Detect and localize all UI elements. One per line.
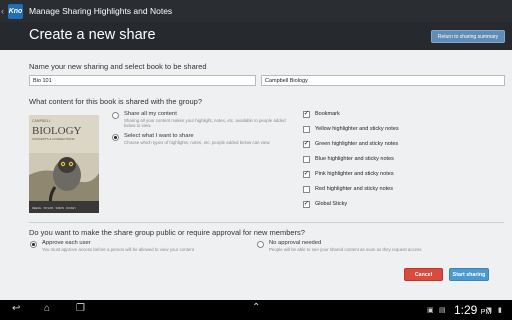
approve-each-radio[interactable] (30, 241, 37, 248)
cover-title: BIOLOGY (32, 125, 82, 137)
page-header: Create a new share Return to sharing sum… (0, 22, 512, 50)
cover-subtitle: CONCEPTS & CONNECTIONS (32, 137, 75, 141)
approve-each-desc: You must approve access before a person … (42, 247, 194, 252)
checklist-item-red[interactable]: Red highlighter and sticky notes (303, 184, 393, 194)
checklist-item-green[interactable]: ✓ Green highlighter and sticky notes (303, 139, 398, 149)
share-all-radio[interactable] (112, 112, 119, 119)
checklist-label: Global Sticky (315, 201, 348, 207)
cover-brand: CAMPBELL (32, 119, 51, 123)
checklist-item-pink[interactable]: ✓ Pink highlighter and sticky notes (303, 169, 394, 179)
checklist-label: Yellow highlighter and sticky notes (315, 126, 399, 132)
approve-each-title: Approve each user (42, 240, 91, 246)
select-share-desc: Choose which types of highlights, notes,… (124, 140, 271, 145)
checklist-item-bookmark[interactable]: ✓ Bookmark (303, 109, 340, 119)
checkbox[interactable]: ✓ (303, 140, 310, 148)
main-content: Name your new sharing and select book to… (0, 50, 512, 300)
no-approval-desc: People will be able to see your shared c… (269, 247, 422, 252)
lemur-cover-art: CAMPBELL BIOLOGY CONCEPTS & CONNECTIONS … (29, 115, 99, 213)
checklist-label: Red highlighter and sticky notes (315, 186, 393, 192)
share-all-option[interactable]: Share all my content Sharing all your co… (112, 111, 292, 128)
checkbox[interactable]: ✓ (303, 200, 310, 208)
page-title: Create a new share (29, 27, 156, 43)
checklist-label: Pink highlighter and sticky notes (315, 171, 394, 177)
name-section-label: Name your new sharing and select book to… (29, 62, 207, 71)
share-name-input[interactable]: Bio 101 (29, 75, 256, 86)
start-sharing-button[interactable]: Start sharing (449, 268, 489, 281)
checkbox[interactable]: ✓ (303, 170, 310, 178)
no-approval-radio[interactable] (257, 241, 264, 248)
cover-authors: REECE · TAYLOR · SIMON · DICKEY (32, 206, 76, 210)
checkbox[interactable] (303, 185, 310, 193)
book-select[interactable]: Campbell Biology (261, 75, 505, 86)
select-share-radio[interactable] (112, 134, 119, 141)
home-icon[interactable]: ⌂ (44, 303, 50, 314)
actionbar-title: Manage Sharing Highlights and Notes (29, 6, 173, 16)
checklist-label: Green highlighter and sticky notes (315, 141, 399, 147)
checkbox[interactable] (303, 155, 310, 163)
approve-each-option[interactable]: Approve each user You must approve acces… (30, 240, 250, 252)
checklist-label: Bookmark (315, 111, 340, 117)
approval-section-label: Do you want to make the share group publ… (29, 228, 305, 237)
battery-icon: ▮ (498, 307, 502, 314)
checkbox[interactable] (303, 125, 310, 133)
return-to-summary-button[interactable]: Return to sharing summary (431, 30, 505, 43)
gallery-icon: ▣ (427, 307, 434, 314)
content-section-label: What content for this book is shared wit… (29, 97, 203, 106)
checklist-item-blue[interactable]: Blue highlighter and sticky notes (303, 154, 394, 164)
back-chevron-icon[interactable]: ‹ (1, 6, 7, 16)
checklist-label: Blue highlighter and sticky notes (315, 156, 394, 162)
up-arrow-icon[interactable]: ⌃ (252, 302, 260, 313)
clock-time: 1:29 (454, 303, 478, 317)
select-share-option[interactable]: Select what I want to share Choose which… (112, 133, 292, 145)
share-all-title: Share all my content (124, 111, 177, 117)
cancel-button[interactable]: Cancel (404, 268, 443, 281)
checkbox[interactable]: ✓ (303, 110, 310, 118)
action-bar: ‹ Kno Manage Sharing Highlights and Note… (0, 0, 512, 22)
app-logo[interactable]: Kno (8, 3, 23, 19)
select-share-title: Select what I want to share (124, 133, 194, 139)
back-icon[interactable]: ↩ (12, 303, 20, 314)
share-all-desc: Sharing all your content makes your high… (124, 118, 286, 129)
no-approval-title: No approval needed (269, 240, 322, 246)
section-divider (29, 222, 504, 223)
checklist-item-yellow[interactable]: Yellow highlighter and sticky notes (303, 124, 399, 134)
book-cover-image: CAMPBELL BIOLOGY CONCEPTS & CONNECTIONS … (29, 115, 99, 213)
wifi-icon: ◥ (486, 307, 492, 314)
checklist-item-global-sticky[interactable]: ✓ Global Sticky (303, 199, 347, 209)
recent-apps-icon[interactable]: ❐ (76, 303, 85, 314)
download-icon: ▤ (439, 307, 446, 314)
no-approval-option[interactable]: No approval needed People will be able t… (257, 240, 457, 252)
system-bar: ↩ ⌂ ❐ ⌃ ▣ ▤ 1:29 PM ◥ ▮ (0, 300, 512, 320)
